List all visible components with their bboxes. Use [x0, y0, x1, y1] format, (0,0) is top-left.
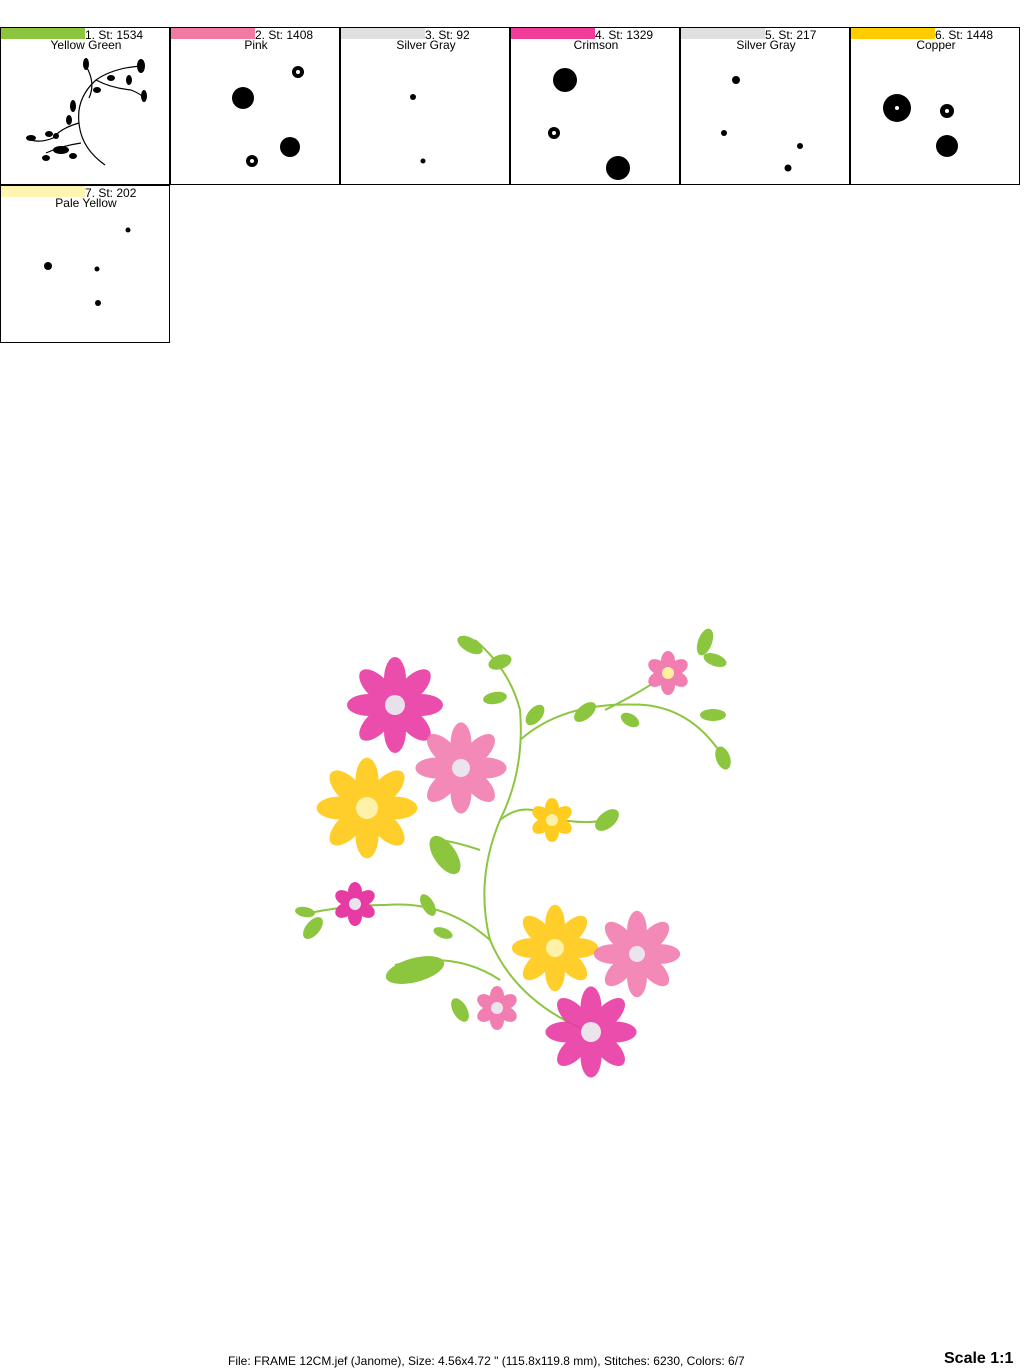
dot-silhouette-icon [44, 227, 131, 306]
thread-block-7: 7. St: 202 Pale Yellow [0, 185, 170, 343]
thread-block-3: 3. St: 92 Silver Gray [340, 27, 510, 185]
flower-silhouette-icon [883, 94, 958, 157]
embroidery-design-preview [295, 628, 731, 1078]
dot-silhouette-icon [410, 94, 426, 164]
thread-block-5: 5. St: 217 Silver Gray [680, 27, 850, 185]
dot-silhouette-icon [721, 76, 803, 172]
thread-block-1: 1. St: 1534 Yellow Green [0, 27, 170, 185]
thread-block-2: 2. St: 1408 Pink [170, 27, 340, 185]
flower-silhouette-icon [548, 68, 630, 180]
flower-silhouette-icon [232, 66, 304, 167]
scale-label: Scale 1:1 [944, 1350, 1014, 1367]
thread-block-6: 6. St: 1448 Copper [850, 27, 1020, 185]
design-file-info: File: FRAME 12CM.jef (Janome), Size: 4.5… [228, 1354, 745, 1368]
thread-block-4: 4. St: 1329 Crimson [510, 27, 680, 185]
branch-silhouette-icon [26, 58, 147, 166]
